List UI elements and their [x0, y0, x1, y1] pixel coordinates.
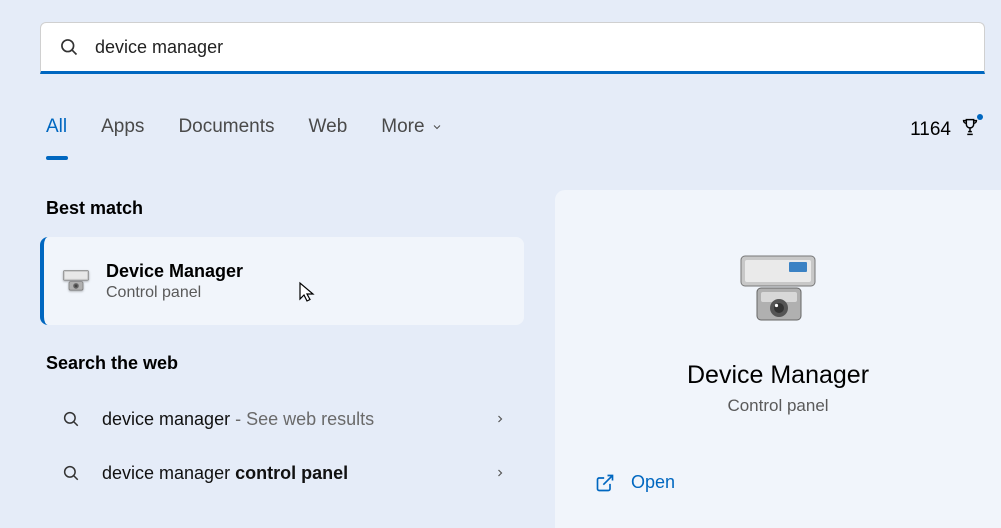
chevron-down-icon [431, 121, 443, 133]
web-result-text: device manager control panel [102, 463, 494, 484]
filter-tabs: All Apps Documents Web More 1164 [46, 116, 981, 144]
open-label: Open [631, 472, 675, 493]
web-result-text: device manager - See web results [102, 409, 494, 430]
search-icon [62, 410, 80, 428]
tab-apps[interactable]: Apps [101, 116, 144, 144]
web-result-0[interactable]: device manager - See web results [40, 392, 524, 446]
tab-web[interactable]: Web [309, 116, 348, 144]
search-bar [40, 22, 985, 74]
web-result-1[interactable]: device manager control panel [40, 446, 524, 500]
tab-more[interactable]: More [381, 116, 442, 144]
rewards-counter[interactable]: 1164 [910, 116, 981, 144]
rewards-count: 1164 [910, 119, 951, 141]
preview-subtitle: Control panel [727, 396, 828, 416]
tab-documents[interactable]: Documents [178, 116, 274, 144]
preview-header: Device Manager Control panel [555, 190, 1001, 416]
results-column: Best match Device Manager Control panel … [40, 198, 524, 500]
cursor-icon [298, 281, 316, 303]
section-search-web: Search the web [46, 353, 524, 374]
web-results-section: Search the web device manager - See web … [40, 353, 524, 500]
best-match-text: Device Manager Control panel [106, 261, 243, 302]
best-match-result[interactable]: Device Manager Control panel [40, 237, 524, 325]
trophy-icon [959, 116, 981, 144]
tab-all[interactable]: All [46, 116, 67, 144]
best-match-title: Device Manager [106, 261, 243, 282]
tab-more-label: More [381, 116, 424, 138]
search-icon [59, 37, 79, 57]
search-icon [62, 464, 80, 482]
search-input[interactable] [95, 37, 966, 58]
best-match-subtitle: Control panel [106, 284, 243, 302]
section-best-match: Best match [46, 198, 524, 219]
chevron-right-icon [494, 467, 506, 479]
device-manager-icon [62, 268, 90, 294]
preview-pane: Device Manager Control panel Open [555, 190, 1001, 528]
preview-actions: Open [555, 472, 1001, 493]
preview-title: Device Manager [687, 361, 869, 390]
open-icon [595, 473, 615, 493]
device-manager-icon [733, 250, 823, 335]
chevron-right-icon [494, 413, 506, 425]
open-action[interactable]: Open [595, 472, 961, 493]
